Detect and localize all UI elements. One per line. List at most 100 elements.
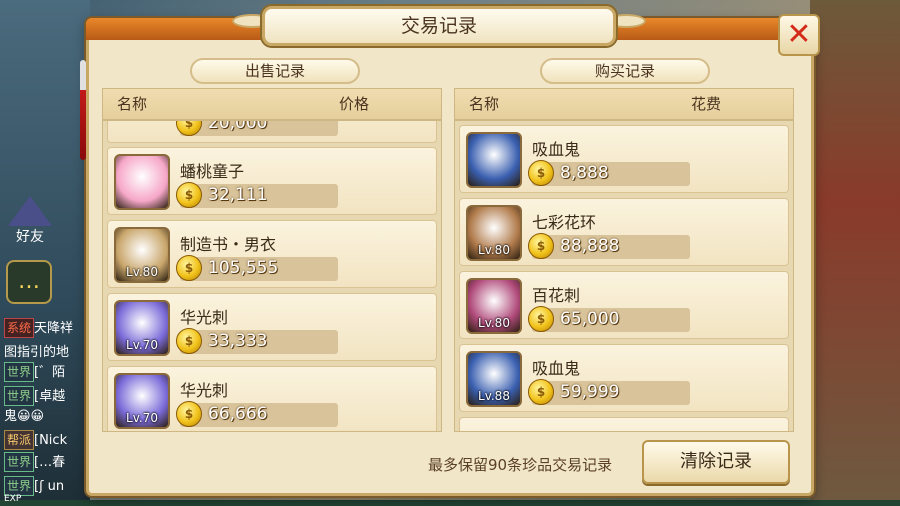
price-value: 32,111 bbox=[208, 185, 268, 205]
price-box: $8,888 bbox=[528, 160, 690, 186]
chat-text: [゛陌 bbox=[34, 365, 66, 380]
chat-text: […春 bbox=[34, 455, 66, 470]
buy-col-price: 花费 bbox=[691, 95, 722, 113]
list-item[interactable]: Lv.70 华光刺 $66,666 bbox=[107, 366, 437, 431]
buy-list[interactable]: 吸血鬼 $8,888 Lv.80 七彩花环 $88,888 Lv.80 百花刺 $65,000… bbox=[454, 120, 794, 432]
chat-text: [Nick bbox=[34, 433, 68, 448]
chat-message: 世界 [ʃ un bbox=[4, 476, 65, 496]
price-box: $33,333 bbox=[176, 328, 338, 354]
item-level: Lv.70 bbox=[126, 411, 158, 425]
item-name: 吸血鬼 bbox=[532, 140, 581, 159]
price-box: $ 20,000 bbox=[176, 120, 338, 136]
friend-hat-icon bbox=[8, 196, 52, 226]
coin-icon: $ bbox=[528, 233, 554, 259]
chat-text: 鬼😀😀 bbox=[4, 409, 45, 424]
chat-message: 世界 […春 bbox=[4, 452, 66, 472]
price-value: 20,000 bbox=[208, 120, 268, 133]
scroll-book-icon: Lv.80 bbox=[114, 227, 170, 283]
item-level: Lv.80 bbox=[478, 316, 510, 330]
price-box: $32,111 bbox=[176, 182, 338, 208]
list-item-partial: $ 20,000 bbox=[107, 120, 437, 143]
chat-channel-tag: 系统 bbox=[4, 318, 35, 338]
coin-icon: $ bbox=[176, 255, 202, 281]
exp-label: EXP bbox=[4, 494, 22, 504]
sell-section-title: 出售记录 bbox=[190, 58, 360, 84]
chat-text: [ʃ un bbox=[34, 479, 65, 494]
list-item[interactable]: Lv.80 制造书・男衣 $105,555 bbox=[107, 220, 437, 288]
flower-wreath-icon: Lv.80 bbox=[466, 205, 522, 261]
item-name: 七彩花环 bbox=[532, 213, 597, 232]
price-box: $105,555 bbox=[176, 255, 338, 281]
list-item[interactable]: Lv.80 七彩花环 $88,888 bbox=[459, 198, 789, 266]
price-value: 105,555 bbox=[208, 258, 279, 278]
chat-bubble-icon[interactable]: … bbox=[6, 260, 52, 304]
price-value: 65,000 bbox=[560, 309, 620, 329]
price-box: $65,000 bbox=[528, 306, 690, 332]
coin-icon: $ bbox=[176, 328, 202, 354]
purple-blade-icon: Lv.70 bbox=[114, 300, 170, 356]
peach-child-icon bbox=[114, 154, 170, 210]
item-name: 吸血鬼 bbox=[532, 359, 581, 378]
item-level: Lv.80 bbox=[478, 243, 510, 257]
sell-column-header: 名称 价格 bbox=[102, 88, 442, 120]
game-background-right bbox=[810, 0, 900, 506]
chat-text: 天降祥 bbox=[34, 321, 74, 336]
item-name: 华光刺 bbox=[180, 381, 229, 400]
price-box: $88,888 bbox=[528, 233, 690, 259]
item-level: Lv.88 bbox=[478, 389, 510, 403]
purple-blade-icon: Lv.70 bbox=[114, 373, 170, 429]
buy-column-header: 名称 花费 bbox=[454, 88, 794, 120]
chat-text: [卓越 bbox=[34, 389, 66, 404]
coin-icon: $ bbox=[176, 401, 202, 427]
chat-channel-tag: 世界 bbox=[4, 476, 35, 496]
buy-col-name: 名称 bbox=[469, 95, 500, 113]
list-item[interactable]: 蟠桃童子 $32,111 bbox=[107, 147, 437, 215]
chat-channel-tag: 帮派 bbox=[4, 430, 35, 450]
friend-button[interactable]: 好友 bbox=[4, 196, 56, 252]
item-name: 百花刺 bbox=[532, 286, 581, 305]
item-name: 华光刺 bbox=[180, 308, 229, 327]
price-value: 33,333 bbox=[208, 331, 268, 351]
chat-channel-tag: 世界 bbox=[4, 386, 35, 406]
chat-message: 世界 [卓越 bbox=[4, 386, 66, 406]
item-level: Lv.70 bbox=[126, 338, 158, 352]
coin-icon: $ bbox=[528, 160, 554, 186]
sell-list[interactable]: $ 20,000 蟠桃童子 $32,111 Lv.80 制造书・男衣 $105,555 L… bbox=[102, 120, 442, 432]
chat-text: 图指引的地 bbox=[4, 345, 70, 360]
clear-records-button[interactable]: 清除记录 bbox=[642, 440, 790, 484]
item-level: Lv.80 bbox=[126, 265, 158, 279]
close-icon[interactable]: ✕ bbox=[778, 14, 820, 56]
list-item[interactable]: Lv.88 吸血鬼 $59,999 bbox=[459, 344, 789, 412]
list-item-partial bbox=[459, 417, 789, 431]
price-value: 8,888 bbox=[560, 163, 609, 183]
price-value: 88,888 bbox=[560, 236, 620, 256]
window-title: 交易记录 bbox=[262, 6, 616, 46]
list-item[interactable]: 吸血鬼 $8,888 bbox=[459, 125, 789, 193]
buy-section-title: 购买记录 bbox=[540, 58, 710, 84]
chat-message: 图指引的地 bbox=[4, 344, 69, 362]
coin-icon: $ bbox=[176, 121, 202, 136]
price-box: $59,999 bbox=[528, 379, 690, 405]
chat-message: 鬼😀😀 bbox=[4, 408, 44, 426]
vampire-lantern-icon: Lv.88 bbox=[466, 351, 522, 407]
price-box: $66,666 bbox=[176, 401, 338, 427]
coin-icon: $ bbox=[176, 182, 202, 208]
chat-channel-tag: 世界 bbox=[4, 362, 35, 382]
friend-label: 好友 bbox=[16, 229, 44, 245]
price-value: 66,666 bbox=[208, 404, 268, 424]
list-item[interactable]: Lv.80 百花刺 $65,000 bbox=[459, 271, 789, 339]
chat-message: 世界 [゛陌 bbox=[4, 362, 66, 382]
tassel-decoration bbox=[80, 60, 86, 160]
vampire-lantern-icon bbox=[466, 132, 522, 188]
record-limit-note: 最多保留90条珍品交易记录 bbox=[428, 456, 613, 474]
list-item[interactable]: Lv.70 华光刺 $33,333 bbox=[107, 293, 437, 361]
chat-message: 帮派 [Nick bbox=[4, 430, 68, 450]
sell-col-price: 价格 bbox=[339, 95, 370, 113]
price-value: 59,999 bbox=[560, 382, 620, 402]
sell-col-name: 名称 bbox=[117, 95, 148, 113]
item-name: 制造书・男衣 bbox=[180, 235, 277, 254]
chat-message: 系统 天降祥 bbox=[4, 318, 74, 338]
exp-bar bbox=[0, 500, 900, 506]
item-name: 蟠桃童子 bbox=[180, 162, 245, 181]
chat-channel-tag: 世界 bbox=[4, 452, 35, 472]
